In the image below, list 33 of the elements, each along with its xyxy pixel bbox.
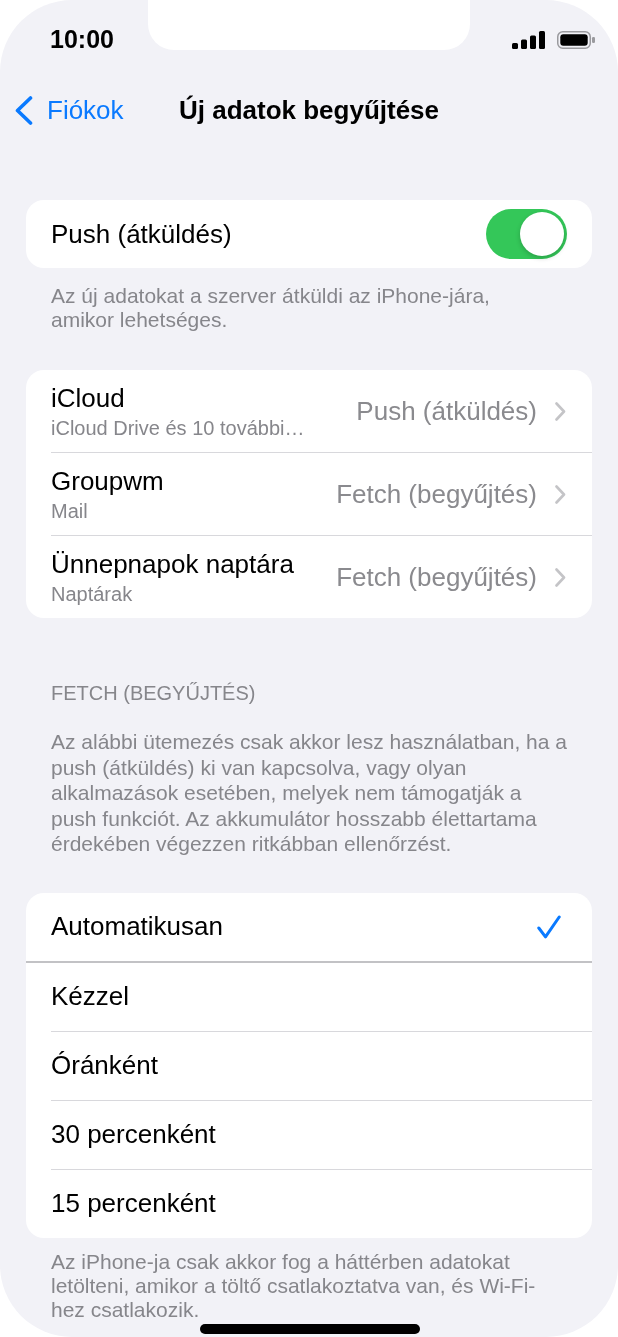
nav-title: Új adatok begyűjtése (178, 93, 440, 127)
account-detail: Mail (51, 498, 89, 523)
fetch-option[interactable]: 15 percenként (26, 1169, 592, 1238)
account-detail: iCloud Drive és 10 további… (51, 415, 306, 440)
account-detail: Naptárak (51, 581, 134, 606)
chevron-right-icon (555, 484, 566, 504)
account-mode-value: Fetch (begyűjtés) (336, 477, 537, 511)
push-footer-text: Az új adatokat a szerver átküldi az iPhone-jára, amikor lehetséges. (51, 284, 491, 332)
back-button[interactable]: Fiókok (0, 90, 124, 130)
push-label: Push (átküldés) (51, 217, 232, 251)
fetch-option[interactable]: Kézzel (26, 962, 592, 1031)
checkmark-icon (537, 914, 561, 939)
fetch-option[interactable]: 30 percenként (26, 1100, 592, 1169)
chevron-right-icon (555, 567, 566, 587)
battery-icon (557, 31, 595, 49)
chevron-right-icon (555, 401, 566, 421)
fetch-description-text: Az alábbi ütemezés csak akkor lesz használatban, ha a push (átküldés) ki van kapcsolva, vagy olyan alkalmazások esetében, melyek nem támogatják a push funkciót. Az akkumulátor hosszabb élettartama érdekében végezzen ritkábban ellenőrzést. (50, 729, 568, 857)
account-row[interactable]: iCloud iCloud Drive és 10 további… Push (átküldés) (26, 370, 592, 452)
fetch-footer-text: Az iPhone-ja csak akkor fog a háttérben adatokat letölteni, amikor a töltő csatlakoztatva van, és Wi-Fi-hez csatlakozik. (50, 1249, 537, 1322)
account-mode-value: Push (átküldés) (356, 394, 537, 428)
chevron-left-icon (14, 95, 33, 125)
fetch-option[interactable]: Automatikusan (26, 892, 592, 961)
account-name: iCloud (51, 382, 126, 413)
account-name: Groupwm (51, 465, 165, 496)
account-mode-value: Fetch (begyűjtés) (336, 560, 537, 594)
fetch-option[interactable]: Óránként (26, 1031, 592, 1100)
account-name: Ünnepnapok naptára (51, 548, 295, 579)
account-row[interactable]: Groupwm Mail Fetch (begyűjtés) (26, 453, 592, 535)
account-row[interactable]: Ünnepnapok naptára Naptárak Fetch (begyűjtés) (26, 536, 592, 618)
fetch-section-header: FETCH (BEGYŰJTÉS) (50, 682, 257, 704)
toggle-switch[interactable] (486, 209, 567, 259)
status-time: 10:00 (50, 24, 114, 56)
signal-icon (512, 31, 545, 49)
